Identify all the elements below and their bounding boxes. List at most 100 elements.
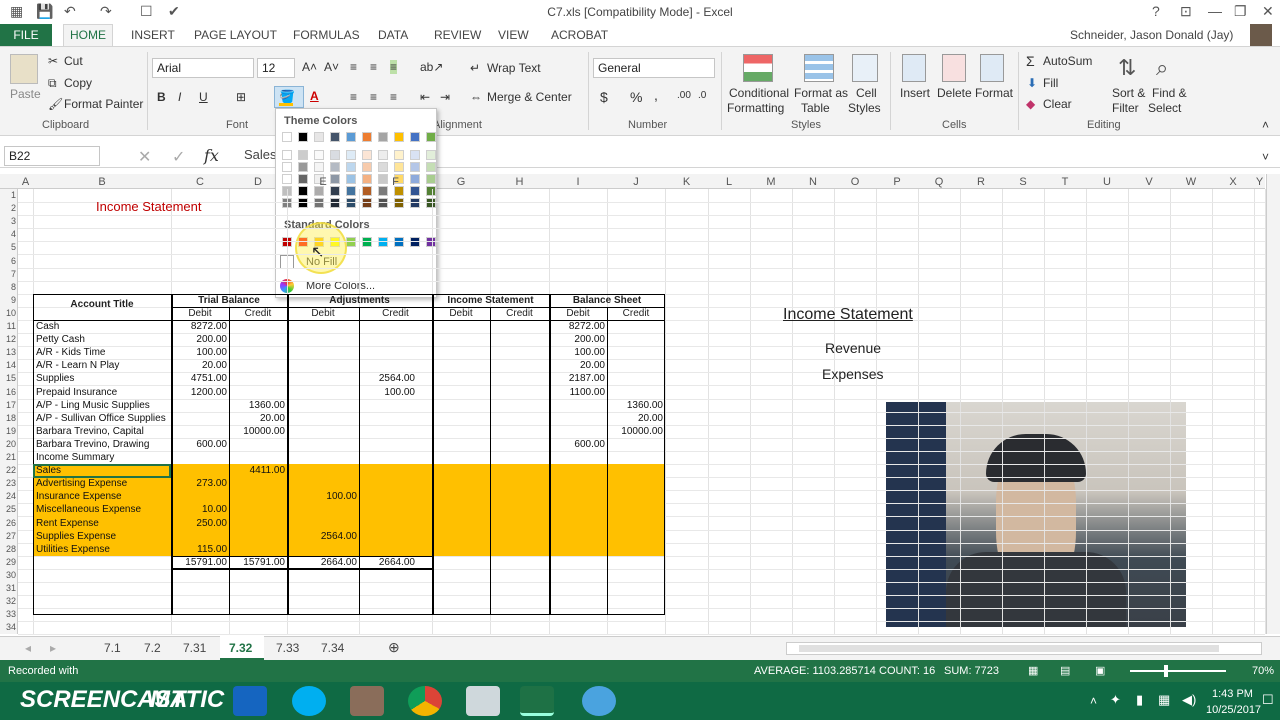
format-as-table-button[interactable]: Format as	[794, 86, 848, 100]
column-header[interactable]: P	[876, 176, 918, 188]
value-cell[interactable]: 100.00	[171, 347, 227, 358]
comma-button[interactable]: ,	[654, 87, 658, 103]
theme-color-swatch[interactable]	[298, 162, 308, 172]
normal-view-icon[interactable]: ▦	[1028, 664, 1038, 677]
zoom-slider[interactable]	[1130, 670, 1226, 672]
account-cell[interactable]: Insurance Expense	[36, 491, 122, 502]
row-header[interactable]: 13	[0, 347, 16, 357]
account-cell[interactable]: Supplies	[36, 373, 74, 384]
account-cell[interactable]: A/P - Ling Music Supplies	[36, 400, 150, 411]
user-name[interactable]: Schneider, Jason Donald (Jay)	[1070, 28, 1233, 42]
theme-color-swatch[interactable]	[410, 150, 420, 160]
format-cells-icon[interactable]	[980, 54, 1004, 82]
total-cell[interactable]: 2664.00	[287, 557, 357, 568]
account-cell[interactable]: Income Summary	[36, 452, 114, 463]
row-header[interactable]: 26	[0, 518, 16, 528]
align-top-icon[interactable]: ≡	[350, 60, 357, 74]
account-cell[interactable]: A/R - Learn N Play	[36, 360, 119, 371]
row-header[interactable]: 10	[0, 308, 16, 318]
name-box[interactable]: B22	[4, 146, 100, 166]
conditional-formatting-icon[interactable]	[743, 54, 773, 82]
standard-color-swatch[interactable]	[378, 237, 388, 247]
skype-icon[interactable]	[292, 686, 326, 716]
theme-color-swatch[interactable]	[346, 198, 356, 208]
theme-color-swatch[interactable]	[426, 132, 436, 142]
column-header[interactable]: M	[750, 176, 792, 188]
column-header[interactable]: L	[708, 176, 750, 188]
theme-color-swatch[interactable]	[330, 162, 340, 172]
column-header[interactable]: I	[549, 176, 607, 188]
notifications-icon[interactable]: ☐	[1262, 692, 1274, 708]
align-right-icon[interactable]: ≡	[390, 90, 397, 104]
row-header[interactable]: 32	[0, 596, 16, 606]
theme-color-swatch[interactable]	[410, 132, 420, 142]
sheet-tab-active[interactable]: 7.32	[229, 641, 252, 655]
clock-date[interactable]: 10/25/2017	[1206, 704, 1261, 716]
row-header[interactable]: 4	[0, 229, 16, 239]
row-header[interactable]: 24	[0, 491, 16, 501]
value-cell[interactable]: 1100.00	[549, 387, 605, 398]
row-header[interactable]: 21	[0, 452, 16, 462]
align-left-icon[interactable]: ≡	[350, 90, 357, 104]
delete-cells-icon[interactable]	[942, 54, 966, 82]
format-button[interactable]: Format	[975, 86, 1013, 100]
conditional-formatting-button[interactable]: Conditional	[729, 86, 789, 100]
column-header[interactable]: Y	[1254, 176, 1265, 188]
theme-color-swatch[interactable]	[378, 198, 388, 208]
row-header[interactable]: 8	[0, 282, 16, 292]
fill-button[interactable]: Fill	[1043, 76, 1058, 90]
increase-decimal-icon[interactable]: .00	[677, 90, 691, 101]
row-header[interactable]: 11	[0, 321, 16, 331]
value-cell[interactable]: 100.00	[359, 387, 415, 398]
tab-home[interactable]: HOME	[63, 24, 113, 47]
sheet-tab[interactable]: 7.34	[321, 641, 344, 655]
value-cell[interactable]: 200.00	[549, 334, 605, 345]
column-header[interactable]: H	[490, 176, 549, 188]
theme-color-swatch[interactable]	[346, 162, 356, 172]
tab-data[interactable]: DATA	[378, 28, 408, 42]
row-header[interactable]: 6	[0, 256, 16, 266]
copy-button[interactable]: Copy	[64, 76, 92, 90]
app-icon[interactable]	[350, 686, 384, 716]
value-cell[interactable]: 2564.00	[359, 373, 415, 384]
font-color-icon[interactable]: A	[310, 89, 319, 103]
account-cell[interactable]: Rent Expense	[36, 518, 99, 529]
sheet-tab[interactable]: 7.1	[104, 641, 121, 655]
theme-color-swatch[interactable]	[426, 150, 436, 160]
theme-color-swatch[interactable]	[362, 150, 372, 160]
row-header[interactable]: 20	[0, 439, 16, 449]
close-icon[interactable]: ✕	[1262, 3, 1274, 20]
column-header[interactable]: T	[1044, 176, 1086, 188]
value-cell[interactable]: 10.00	[171, 504, 227, 515]
column-header[interactable]: S	[1002, 176, 1044, 188]
calculator-icon[interactable]	[466, 686, 500, 716]
cell-styles-button[interactable]: Cell	[856, 86, 877, 100]
theme-color-swatch[interactable]	[410, 198, 420, 208]
autosum-button[interactable]: AutoSum	[1043, 54, 1092, 68]
format-as-table-icon[interactable]	[804, 54, 834, 82]
column-header[interactable]: G	[432, 176, 490, 188]
scroll-left-icon[interactable]: ◂	[25, 641, 31, 655]
theme-color-swatch[interactable]	[298, 150, 308, 160]
value-cell[interactable]: 1360.00	[229, 400, 285, 411]
row-header[interactable]: 31	[0, 583, 16, 593]
align-bottom-icon[interactable]: ≡	[390, 60, 398, 74]
value-cell[interactable]: 100.00	[287, 491, 357, 502]
theme-color-swatch[interactable]	[362, 162, 372, 172]
account-cell[interactable]: A/R - Kids Time	[36, 347, 105, 358]
recorder-icon[interactable]	[582, 686, 616, 716]
conditional-formatting-label[interactable]: Formatting	[727, 101, 784, 115]
column-header[interactable]: B	[33, 176, 171, 188]
align-center-icon[interactable]: ≡	[370, 90, 377, 104]
tab-review[interactable]: REVIEW	[434, 28, 481, 42]
theme-color-swatch[interactable]	[378, 150, 388, 160]
tab-file[interactable]: FILE	[0, 24, 52, 46]
total-cell[interactable]: 15791.00	[171, 557, 227, 568]
insert-cells-icon[interactable]	[902, 54, 926, 82]
paste-icon[interactable]	[10, 54, 38, 84]
format-painter-button[interactable]: Format Painter	[64, 97, 143, 111]
sheet-tab[interactable]: 7.31	[183, 641, 206, 655]
scissors-icon[interactable]: ✂	[48, 54, 58, 68]
column-header[interactable]: F	[359, 176, 432, 188]
theme-color-swatch[interactable]	[346, 150, 356, 160]
